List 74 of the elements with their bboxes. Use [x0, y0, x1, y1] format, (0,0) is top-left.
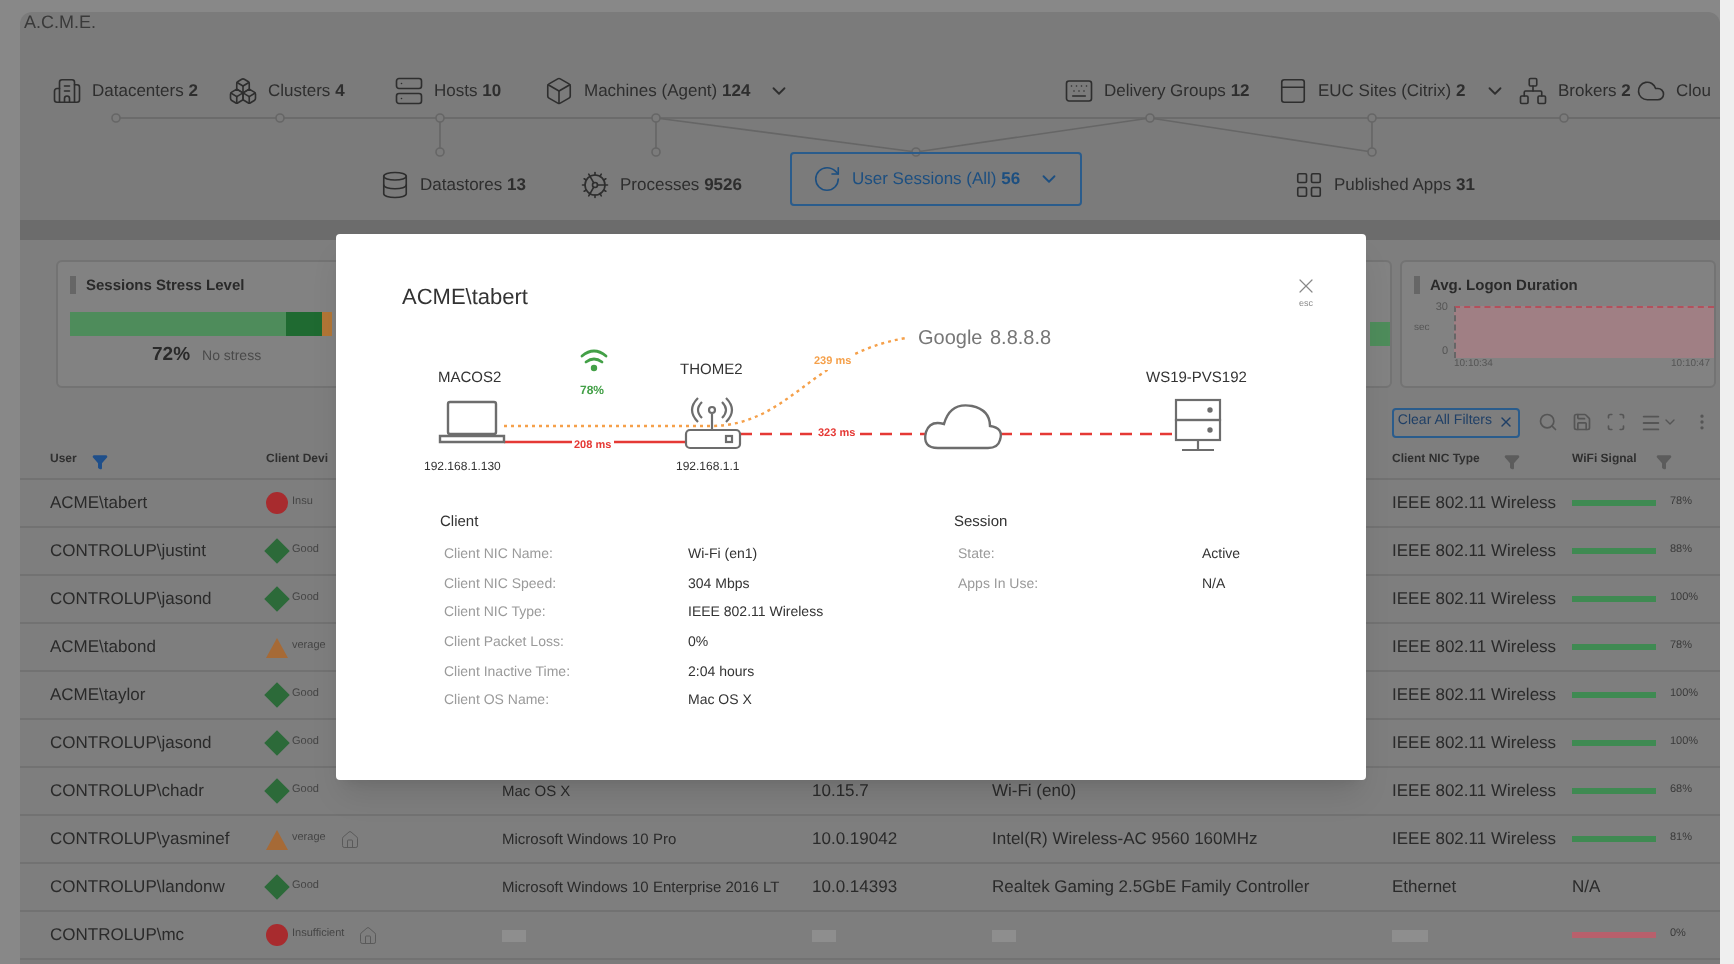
network-icon [1518, 75, 1548, 105]
os-version-cell: 10.0.14393 [812, 876, 898, 897]
nav-item[interactable]: EUC Sites (Citrix) 2 [1274, 68, 1510, 112]
close-icon [1498, 414, 1514, 430]
refresh-icon [812, 164, 842, 194]
building-icon [52, 75, 82, 105]
router-icon [684, 396, 742, 450]
server-icon [1174, 398, 1222, 452]
keyboard-icon [1064, 75, 1094, 105]
search-icon[interactable] [1538, 412, 1558, 432]
nic-type-cell: IEEE 802.11 Wireless [1392, 828, 1557, 849]
probe-name: Google [918, 326, 983, 354]
signal-reading: N/A [1572, 874, 1601, 900]
nav-item[interactable]: Datacenters 2 [48, 68, 202, 112]
fullscreen-icon[interactable] [1606, 412, 1626, 432]
nic-name-cell: Intel(R) Wireless-AC 9560 160MHz [992, 828, 1258, 849]
nic-name-cell: Realtek Gaming 2.5GbE Family Controller [992, 876, 1310, 897]
database-icon [380, 169, 410, 199]
menu-button[interactable] [1640, 411, 1678, 433]
user-cell: ACME\tabond [50, 636, 156, 657]
nav-item[interactable]: Datastores 13 [376, 162, 530, 206]
user-cell: CONTROLUP\yasminef [50, 828, 230, 849]
boxes-icon [228, 75, 258, 105]
nav-item[interactable]: Clusters 4 [224, 68, 349, 112]
os-version-cell: 10.0.19042 [812, 828, 898, 849]
user-cell: ACME\tabert [50, 492, 148, 513]
cloud-icon [1636, 75, 1666, 105]
window-icon [1278, 75, 1308, 105]
nav-item[interactable]: Processes 9526 [576, 162, 746, 206]
gear-icon [580, 169, 610, 199]
nic-type-cell: IEEE 802.11 Wireless [1392, 684, 1557, 705]
probe-ip: 8.8.8.8 [990, 326, 1052, 354]
save-icon[interactable] [1572, 412, 1592, 432]
cube-icon [544, 75, 574, 105]
nic-type-cell: IEEE 802.11 Wireless [1392, 732, 1557, 753]
user-cell: CONTROLUP\jasond [50, 588, 212, 609]
user-cell: CONTROLUP\justint [50, 540, 206, 561]
nic-type-cell: IEEE 802.11 Wireless [1392, 780, 1557, 801]
os-version-cell: 10.15.7 [812, 780, 869, 801]
nav-item[interactable]: Machines (Agent) 124 [540, 68, 795, 112]
filter-icon[interactable] [1503, 453, 1520, 469]
nav-item[interactable]: Clou [1632, 68, 1715, 112]
nic-name-cell: Wi-Fi (en0) [992, 780, 1077, 801]
nav-item[interactable]: Hosts 10 [390, 68, 506, 112]
nav-item[interactable]: Brokers 2 [1514, 68, 1635, 112]
triangle-icon [266, 637, 288, 657]
wifi-icon [580, 349, 608, 372]
user-cell: CONTROLUP\jasond [50, 732, 212, 753]
nic-type-cell: Ethernet [1392, 876, 1457, 897]
bar-drawing [1370, 322, 1390, 346]
cloud-icon [924, 404, 1003, 450]
nic-type-cell: IEEE 802.11 Wireless [1392, 588, 1557, 609]
stress-reading: 72% [152, 342, 191, 371]
app-title: A.C.M.E. [24, 12, 97, 32]
server-icon [394, 75, 424, 105]
triangle-icon [266, 829, 288, 849]
filter-icon[interactable] [92, 453, 109, 469]
nic-type-cell: IEEE 802.11 Wireless [1392, 636, 1557, 657]
close-icon [1294, 274, 1318, 298]
grid-icon [1294, 169, 1324, 199]
nav-item[interactable]: User Sessions (All) 56 [790, 152, 1083, 206]
nic-type-cell: IEEE 802.11 Wireless [1392, 540, 1557, 561]
nav-item[interactable]: Delivery Groups 12 [1060, 68, 1254, 112]
user-cell: CONTROLUP\landonw [50, 876, 225, 897]
filter-icon[interactable] [1656, 453, 1673, 469]
user-cell: CONTROLUP\chadr [50, 780, 204, 801]
caret-icon [1662, 414, 1678, 430]
user-cell: ACME\taylor [50, 684, 146, 705]
laptop-icon [438, 400, 506, 444]
user-cell: CONTROLUP\mc [50, 924, 185, 945]
nav-item[interactable]: Published Apps 31 [1290, 162, 1479, 206]
menu-icon [1640, 411, 1662, 433]
nic-type-cell: IEEE 802.11 Wireless [1392, 492, 1557, 513]
dialog-title: ACME\tabert [402, 284, 528, 314]
